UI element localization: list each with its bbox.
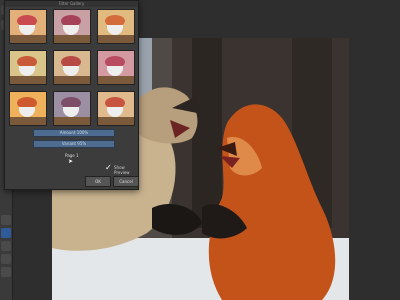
amount-slider[interactable]: Amount 100% [33,129,115,137]
dialog-title: Filter Gallery [5,1,138,7]
active-tool-icon[interactable] [1,228,11,238]
preset-thumbnail[interactable] [97,50,135,85]
preset-thumbnail[interactable] [9,50,47,85]
preset-thumbnail[interactable] [53,9,91,44]
brush-tool-icon[interactable] [1,215,11,225]
eraser-tool-icon[interactable] [1,241,11,251]
preset-thumbnail[interactable] [53,50,91,85]
zoom-tool-icon[interactable] [1,267,11,277]
cancel-button[interactable]: Cancel [113,176,139,187]
preset-thumbnail-grid [9,9,135,126]
preset-thumbnail[interactable] [97,91,135,126]
arrow-cursor-icon: ➤ [68,158,74,165]
preset-thumbnail[interactable] [53,91,91,126]
preset-thumbnail[interactable] [9,9,47,44]
preset-thumbnail[interactable] [9,91,47,126]
checkmark-icon[interactable]: ✓ [105,163,112,172]
ok-button[interactable]: OK [85,176,111,187]
variant-slider[interactable]: Variant 95% [33,140,115,148]
show-preview-label: Show Preview [114,165,130,175]
preset-thumbnail[interactable] [97,9,135,44]
filter-dialog: Filter Gallery Amount 100% Variant 95% P… [4,0,139,190]
text-tool-icon[interactable] [1,254,11,264]
